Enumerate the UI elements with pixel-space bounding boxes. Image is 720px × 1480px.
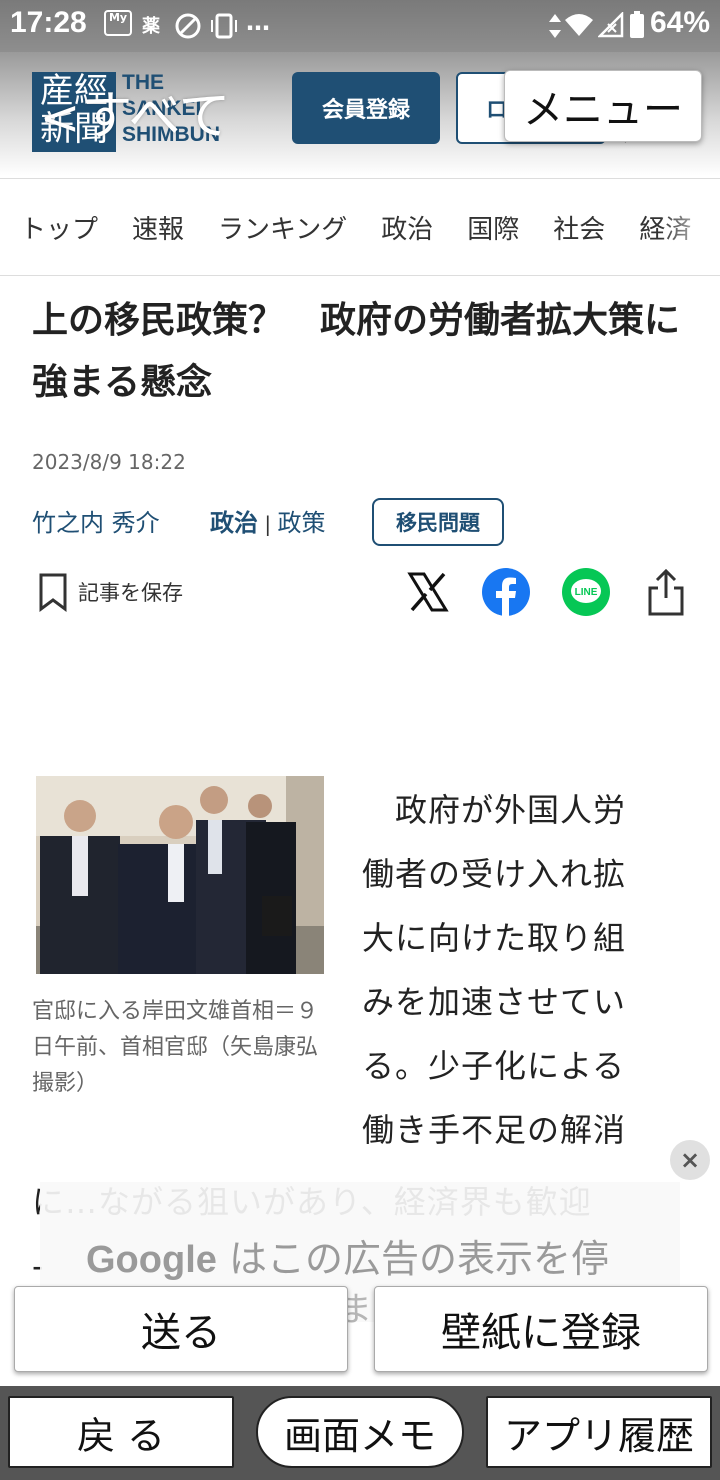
article-category: 政治 | 政策 <box>210 503 325 538</box>
category-separator: | <box>258 512 278 536</box>
no-block-icon <box>175 13 201 39</box>
line-icon-label: LINE <box>575 587 598 598</box>
body-line: 政府が外国人労 <box>362 791 627 829</box>
google-logo: Google <box>86 1239 217 1281</box>
back-arrow-icon: < <box>40 90 81 146</box>
body-line: る。少子化による <box>362 1047 626 1085</box>
app-history-button[interactable]: アプリ履歴 <box>486 1396 712 1468</box>
overlay-back-all[interactable]: <すべて <box>40 74 231 149</box>
kishida-photo-image <box>36 776 324 974</box>
category-nav: トップ 速報 ランキング 政治 国際 社会 経済 <box>0 178 720 276</box>
battery-icon <box>630 11 644 38</box>
my-au-label: My <box>108 11 128 24</box>
overlay-back-label: すべて <box>80 87 231 147</box>
pharmacy-icon: 薬 <box>142 16 160 37</box>
line-icon[interactable]: LINE <box>562 568 610 616</box>
ad-text: Google はこの広告の表示を停 <box>86 1228 609 1283</box>
signal-icon <box>598 12 624 38</box>
set-wallpaper-button[interactable]: 壁紙に登録 <box>374 1286 708 1372</box>
save-article-button[interactable]: 記事を保存 <box>36 572 183 612</box>
vibrate-icon <box>211 13 237 39</box>
nav-item-international[interactable]: 国際 <box>467 209 519 246</box>
article-date: 2023/8/9 18:22 <box>32 450 186 474</box>
ad-message: はこの広告の表示を停 <box>228 1237 609 1281</box>
topic-tag[interactable]: 移民問題 <box>372 498 504 546</box>
article-photo[interactable] <box>36 776 324 974</box>
nav-item-ranking[interactable]: ランキング <box>218 209 347 246</box>
battery-percent: 64% <box>649 6 710 39</box>
nav-fade <box>660 179 720 275</box>
body-line: 大に向けた取り組 <box>362 919 627 957</box>
ad-close-icon[interactable]: × <box>670 1140 710 1180</box>
more-icon: … <box>246 8 270 36</box>
wifi-icon <box>565 14 593 36</box>
status-time: 17:28 <box>10 6 87 39</box>
data-arrows-icon <box>549 14 561 38</box>
body-line: 働き手不足の解消 <box>362 1111 627 1149</box>
save-article-label: 記事を保存 <box>78 581 183 605</box>
article-body: 政府が外国人労 働者の受け入れ拡 大に向けた取り組 みを加速させてい る。少子化… <box>362 778 682 1162</box>
nav-item-politics[interactable]: 政治 <box>381 209 433 246</box>
category-policy-link[interactable]: 政策 <box>277 509 325 537</box>
bookmark-icon <box>39 573 67 612</box>
nav-item-society[interactable]: 社会 <box>553 209 605 246</box>
back-button[interactable]: 戻 る <box>8 1396 234 1468</box>
article-author[interactable]: 竹之内 秀介 <box>32 503 160 538</box>
body-line: みを加速させてい <box>362 983 627 1021</box>
site-header: 産經新聞 THE SANKEI SHIMBUN <すべて 会員登録 ロ メニュー… <box>0 52 720 176</box>
share-icon[interactable] <box>642 568 690 616</box>
facebook-icon[interactable] <box>482 568 530 616</box>
body-line: 働者の受け入れ拡 <box>362 855 627 893</box>
screen-memo-button[interactable]: 画面メモ <box>256 1396 464 1468</box>
menu-button[interactable]: メニュー <box>504 70 702 142</box>
category-politics-link[interactable]: 政治 <box>210 509 258 537</box>
nav-item-top[interactable]: トップ <box>20 209 98 246</box>
status-bar: 17:28 My 薬 … 64% <box>0 0 720 52</box>
x-icon[interactable] <box>404 568 452 616</box>
nav-item-breaking[interactable]: 速報 <box>132 209 184 246</box>
photo-caption: 官邸に入る岸田文雄首相＝９日午前、首相官邸（矢島康弘撮影） <box>32 999 319 1096</box>
register-button[interactable]: 会員登録 <box>292 72 440 144</box>
send-button[interactable]: 送る <box>14 1286 348 1372</box>
my-au-icon: My <box>104 10 132 36</box>
article-headline: 上の移民政策？ 政府の労働者拡大策に強まる懸念 <box>32 300 681 403</box>
